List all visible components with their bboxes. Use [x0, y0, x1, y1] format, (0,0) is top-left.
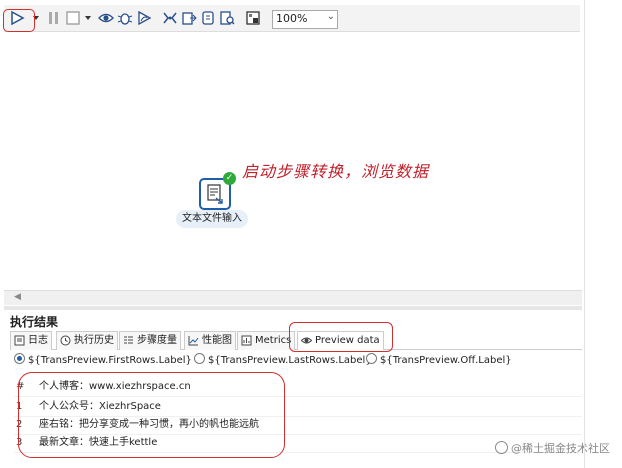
metrics-icon: [241, 335, 252, 346]
radio-label: ${TransPreview.LastRows.Label}: [208, 355, 372, 366]
sql-icon[interactable]: [200, 10, 216, 26]
show-results-icon[interactable]: [245, 10, 261, 26]
results-title: 执行结果: [10, 315, 59, 329]
perf-graph-icon: [188, 336, 199, 346]
run-button-highlight: [3, 9, 35, 32]
preview-mode-radios: ${TransPreview.FirstRows.Label} ${TransP…: [14, 352, 582, 368]
history-icon: [60, 335, 71, 346]
canvas-annotation: 启动步骤转换，浏览数据: [242, 162, 430, 181]
radio-dot: [14, 353, 25, 364]
grid-highlight: [18, 372, 285, 458]
step-label: 文本文件输入: [176, 210, 248, 228]
text-file-icon: [207, 184, 223, 204]
watermark-icon: [495, 441, 508, 454]
explore-db-icon[interactable]: [219, 10, 235, 26]
tab-perf-graph[interactable]: 性能图: [184, 331, 236, 350]
radio-first-rows[interactable]: ${TransPreview.FirstRows.Label}: [14, 353, 192, 366]
tab-history[interactable]: 执行历史: [56, 331, 118, 350]
watermark-text: @稀土掘金技术社区: [511, 442, 610, 455]
stop-options-icon[interactable]: [84, 10, 92, 26]
radio-last-rows[interactable]: ${TransPreview.LastRows.Label}: [194, 353, 372, 366]
radio-off[interactable]: ${TransPreview.Off.Label}: [366, 353, 512, 366]
horizontal-scrollbar[interactable]: ◀: [4, 290, 582, 305]
impact-icon[interactable]: [181, 10, 197, 26]
preview-tab-highlight: [289, 322, 393, 352]
stop-icon[interactable]: [65, 10, 81, 26]
radio-dot: [194, 353, 205, 364]
tab-label: 日志: [28, 335, 48, 346]
step-metrics-icon: [124, 336, 133, 344]
tab-log[interactable]: 日志: [10, 331, 52, 350]
toolbar: 100% ⌄: [0, 0, 622, 36]
verify-icon[interactable]: [162, 10, 178, 26]
zoom-select[interactable]: 100% ⌄: [272, 10, 338, 29]
chevron-down-icon: ⌄: [326, 11, 335, 22]
scroll-left-icon[interactable]: ◀: [14, 292, 21, 302]
pause-icon[interactable]: [46, 10, 62, 26]
tab-label: Metrics: [255, 335, 292, 346]
panel-edge: [584, 0, 585, 468]
preview-icon[interactable]: [98, 10, 114, 26]
radio-label: ${TransPreview.Off.Label}: [380, 355, 512, 366]
radio-dot: [366, 353, 377, 364]
tab-label: 性能图: [202, 335, 232, 346]
tab-label: 执行历史: [74, 335, 114, 346]
tab-label: 步骤度量: [137, 335, 177, 346]
replay-icon[interactable]: [136, 10, 152, 26]
log-icon: [14, 335, 25, 346]
zoom-value: 100%: [276, 12, 308, 25]
tab-metrics[interactable]: Metrics: [237, 331, 296, 350]
debug-icon[interactable]: [117, 10, 133, 26]
tab-step-metrics[interactable]: 步骤度量: [119, 331, 181, 350]
radio-label: ${TransPreview.FirstRows.Label}: [28, 355, 192, 366]
success-check-icon: ✓: [223, 172, 236, 185]
panel-divider[interactable]: [4, 306, 582, 310]
watermark: @稀土掘金技术社区: [495, 440, 610, 456]
